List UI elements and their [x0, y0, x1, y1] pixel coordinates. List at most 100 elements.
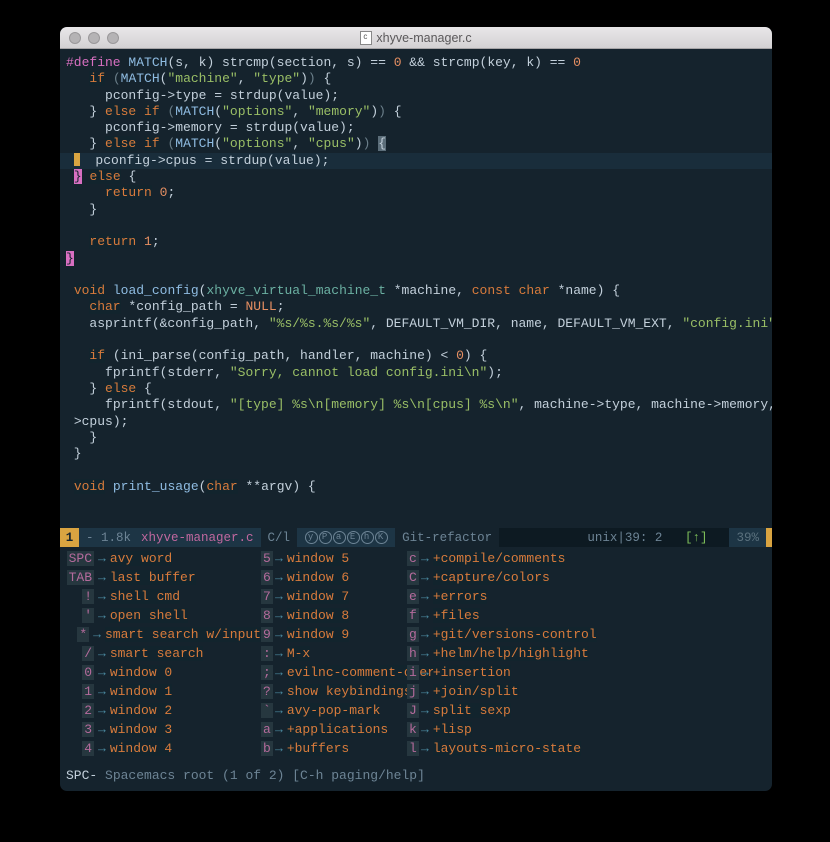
buffer-size: - 1.8k	[79, 528, 138, 547]
arrow-icon: →	[94, 606, 110, 625]
which-key-item[interactable]: h→+helm/help/highlight	[407, 644, 597, 663]
which-key-item[interactable]: C→+capture/colors	[407, 568, 597, 587]
which-key-item[interactable]: SPC→avy word	[66, 549, 261, 568]
which-key-item[interactable]: TAB→last buffer	[66, 568, 261, 587]
which-key-item[interactable]: 3→window 3	[66, 720, 261, 739]
which-key-item[interactable]: e→+errors	[407, 587, 597, 606]
arrow-icon: →	[417, 739, 433, 758]
which-key-panel: SPC→avy wordTAB→last buffer!→shell cmd'→…	[60, 547, 772, 762]
minimize-button[interactable]	[88, 32, 100, 44]
which-key-desc: window 8	[287, 608, 349, 623]
which-key-item[interactable]: J→split sexp	[407, 701, 597, 720]
which-key-desc: window 2	[110, 703, 172, 718]
arrow-icon: →	[417, 568, 433, 587]
which-key-item[interactable]: 0→window 0	[66, 663, 261, 682]
which-key-item[interactable]: /→smart search	[66, 644, 261, 663]
code-token: "Sorry, cannot load config.ini\n"	[230, 365, 487, 380]
arrow-icon: →	[94, 663, 110, 682]
which-key-desc: window 4	[110, 741, 172, 756]
arrow-icon: →	[417, 644, 433, 663]
code-token: 1	[144, 234, 152, 249]
which-key-item[interactable]: !→shell cmd	[66, 587, 261, 606]
which-key-item[interactable]: j→+join/split	[407, 682, 597, 701]
window-titlebar: xhyve-manager.c	[60, 27, 772, 49]
which-key-desc: +lisp	[433, 722, 472, 737]
which-key-item[interactable]: '→open shell	[66, 606, 261, 625]
which-key-item[interactable]: 4→window 4	[66, 739, 261, 758]
which-key-item[interactable]: ;→evilnc-comment-operator	[261, 663, 407, 682]
code-token: && strcmp(key, k) ==	[402, 55, 574, 70]
arrow-icon: →	[271, 720, 287, 739]
which-key-key: 1	[82, 684, 94, 699]
which-key-item[interactable]: i→+insertion	[407, 663, 597, 682]
which-key-desc: +join/split	[433, 684, 519, 699]
vc-branch[interactable]: Git-refactor	[395, 528, 499, 547]
code-token: char	[89, 299, 120, 314]
code-token: MATCH	[175, 104, 214, 119]
which-key-item[interactable]: a→+applications	[261, 720, 407, 739]
arrow-icon: →	[417, 606, 433, 625]
code-token: MATCH	[175, 136, 214, 151]
which-key-item[interactable]: `→avy-pop-mark	[261, 701, 407, 720]
which-key-item[interactable]: ?→show keybindings	[261, 682, 407, 701]
which-key-key: TAB	[67, 570, 94, 585]
which-key-desc: window 0	[110, 665, 172, 680]
code-token: "machine"	[167, 71, 237, 86]
which-key-item[interactable]: l→layouts-micro-state	[407, 739, 597, 758]
arrow-icon: →	[417, 587, 433, 606]
close-button[interactable]	[69, 32, 81, 44]
code-token: , DEFAULT_VM_DIR, name, DEFAULT_VM_EXT,	[370, 316, 682, 331]
arrow-icon: →	[417, 682, 433, 701]
minibuffer-text: Spacemacs root (1 of 2) [C-h paging/help…	[97, 768, 425, 783]
which-key-desc: +helm/help/highlight	[433, 646, 589, 661]
which-key-item[interactable]: g→+git/versions-control	[407, 625, 597, 644]
which-key-item[interactable]: 6→window 6	[261, 568, 407, 587]
which-key-desc: window 9	[287, 627, 349, 642]
which-key-item[interactable]: 7→window 7	[261, 587, 407, 606]
which-key-item[interactable]: 9→window 9	[261, 625, 407, 644]
code-buffer[interactable]: #define MATCH(s, k) strcmp(section, s) =…	[60, 49, 772, 528]
which-key-item[interactable]: 2→window 2	[66, 701, 261, 720]
code-token: NULL	[245, 299, 276, 314]
zoom-button[interactable]	[107, 32, 119, 44]
modeline-end	[766, 528, 772, 547]
code-token: pconfig->cpus = strdup(value);	[95, 153, 329, 168]
buffer-name[interactable]: xhyve-manager.c	[138, 528, 261, 547]
title-text: xhyve-manager.c	[376, 31, 471, 45]
code-token: char	[519, 283, 550, 298]
which-key-item[interactable]: 5→window 5	[261, 549, 407, 568]
gutter-mark	[74, 153, 80, 166]
code-token: char	[206, 479, 237, 494]
arrow-icon: →	[271, 606, 287, 625]
which-key-item[interactable]: 8→window 8	[261, 606, 407, 625]
code-token: void	[74, 283, 105, 298]
code-token: load_config	[113, 283, 199, 298]
which-key-desc: layouts-micro-state	[433, 741, 581, 756]
major-mode[interactable]: C/l	[261, 528, 298, 547]
which-key-item[interactable]: f→+files	[407, 606, 597, 625]
which-key-desc: +compile/comments	[433, 551, 566, 566]
which-key-item[interactable]: b→+buffers	[261, 739, 407, 758]
code-token: else	[89, 169, 120, 184]
code-token: , machine->type, machine->memory, machin…	[519, 397, 773, 412]
code-token: MATCH	[121, 71, 160, 86]
arrow-icon: →	[94, 644, 110, 663]
which-key-item[interactable]: 1→window 1	[66, 682, 261, 701]
which-key-item[interactable]: k→+lisp	[407, 720, 597, 739]
minor-modes[interactable]: yPaEhK	[297, 528, 395, 547]
which-key-item[interactable]: *→smart search w/input	[66, 625, 261, 644]
code-token: if	[144, 136, 160, 151]
which-key-item[interactable]: :→M-x	[261, 644, 407, 663]
minibuffer[interactable]: SPC- Spacemacs root (1 of 2) [C-h paging…	[60, 762, 772, 791]
code-token: const	[472, 283, 511, 298]
which-key-item[interactable]: c→+compile/comments	[407, 549, 597, 568]
which-key-desc: window 7	[287, 589, 349, 604]
cursor: }	[74, 169, 82, 184]
window-number[interactable]: 1	[60, 528, 79, 547]
code-token: MATCH	[128, 55, 167, 70]
mode-line: 1 - 1.8k xhyve-manager.c C/l yPaEhK Git-…	[60, 528, 772, 547]
code-token: (s, k) strcmp(section, s) ==	[167, 55, 393, 70]
which-key-key: '	[82, 608, 94, 623]
window-title: xhyve-manager.c	[60, 31, 772, 45]
arrow-icon: →	[94, 682, 110, 701]
